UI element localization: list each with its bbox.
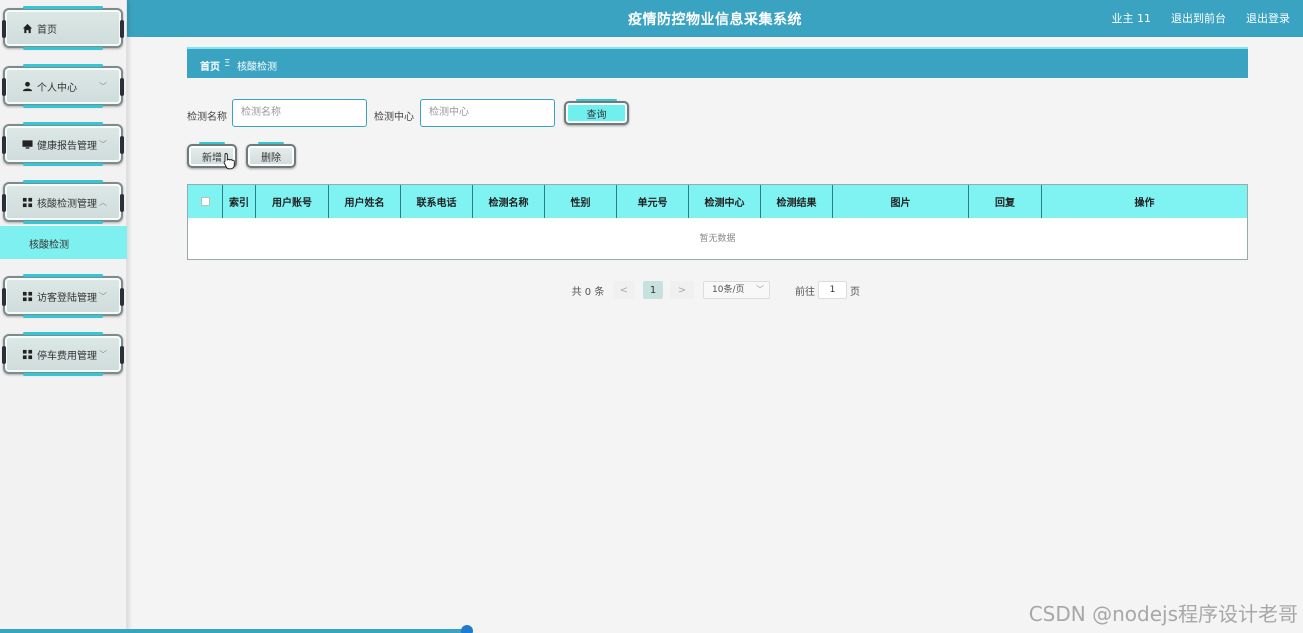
sidebar-item-parking[interactable]: 停车费用管理 ﹀	[2, 332, 124, 376]
sidebar: 首页 个人中心 ﹀ 健康报告管理 ﹀ 核酸检测管理 ︿ 核酸检测 访客登陆管理 …	[0, 0, 127, 633]
chevron-down-icon: ﹀	[99, 140, 107, 149]
sidebar-item-label: 核酸检测管理	[37, 198, 97, 210]
sidebar-item-label: 首页	[37, 24, 57, 36]
page-suffix: 页	[850, 286, 860, 298]
page-size-select[interactable]: 10条/页 ﹀	[703, 281, 770, 299]
sidebar-item-visitor[interactable]: 访客登陆管理 ﹀	[2, 274, 124, 318]
breadcrumb-current: 核酸检测	[237, 62, 277, 73]
page-number-current[interactable]: 1	[643, 281, 663, 299]
breadcrumb: 首页 Ξ 核酸检测	[187, 47, 1248, 78]
sidebar-subitem-nucleic-test[interactable]: 核酸检测	[0, 226, 127, 259]
column-header: 操作	[1134, 198, 1155, 209]
column-header: 性别	[545, 185, 617, 218]
chevron-down-icon: ﹀	[99, 82, 107, 91]
center-search-input[interactable]: 检测中心	[420, 99, 555, 127]
grid-icon	[21, 348, 33, 360]
page-size-value: 10条/页	[712, 285, 745, 295]
sidebar-item-label: 访客登陆管理	[37, 292, 97, 304]
chevron-down-icon: ﹀	[756, 285, 764, 294]
center-search-label: 检测中心	[374, 112, 414, 123]
monitor-icon	[21, 138, 33, 150]
column-header: 图片	[833, 185, 969, 218]
data-table: 索引 用户账号 用户姓名 联系电话 检测名称 性别 单元号 检测中心 检测结果 …	[187, 184, 1248, 260]
delete-button[interactable]: 删除	[246, 142, 296, 168]
sidebar-item-label: 个人中心	[37, 82, 77, 94]
chevron-down-icon: ﹀	[99, 350, 107, 359]
breadcrumb-separator: Ξ	[224, 58, 231, 69]
column-header: 检测中心	[689, 185, 761, 218]
back-to-frontend-link[interactable]: 退出到前台	[1171, 10, 1226, 26]
logout-link[interactable]: 退出登录	[1246, 10, 1290, 26]
goto-page-input[interactable]: 1	[818, 281, 847, 299]
progress-bar	[0, 629, 468, 633]
home-icon	[21, 22, 33, 34]
name-search-input[interactable]: 检测名称	[232, 99, 367, 127]
watermark: CSDN @nodejs程序设计老哥	[1028, 602, 1298, 626]
column-header: 单元号	[617, 185, 689, 218]
pagination-total: 共 0 条	[571, 286, 605, 298]
sidebar-item-health-report[interactable]: 健康报告管理 ﹀	[2, 122, 124, 166]
breadcrumb-home[interactable]: 首页	[200, 58, 220, 73]
column-header: 联系电话	[401, 185, 473, 218]
column-header: 检测名称	[473, 185, 545, 218]
prev-page-button[interactable]: <	[613, 281, 635, 299]
current-user: 业主 11	[1111, 12, 1152, 25]
chevron-up-icon: ︿	[99, 198, 107, 207]
chevron-down-icon: ﹀	[99, 292, 107, 301]
column-header: 用户账号	[256, 185, 329, 218]
sidebar-item-label: 停车费用管理	[37, 350, 97, 362]
column-header: 检测结果	[761, 185, 833, 218]
column-header: 回复	[969, 185, 1042, 218]
sidebar-subitem-label: 核酸检测	[29, 240, 69, 251]
sidebar-item-label: 健康报告管理	[37, 140, 97, 152]
grid-icon	[21, 196, 33, 208]
select-all-cell	[188, 185, 223, 218]
grid-icon	[21, 290, 33, 302]
column-header: 索引	[223, 185, 256, 218]
next-page-button[interactable]: >	[670, 281, 694, 299]
top-bar: 疫情防控物业信息采集系统 业主 11 退出到前台 退出登录	[127, 0, 1303, 37]
goto-label: 前往	[795, 286, 815, 298]
select-all-checkbox[interactable]	[200, 197, 210, 206]
sidebar-item-nucleic-test[interactable]: 核酸检测管理 ︿	[2, 180, 124, 224]
name-search-label: 检测名称	[187, 112, 227, 123]
sidebar-item-personal-center[interactable]: 个人中心 ﹀	[2, 64, 124, 108]
sidebar-item-home[interactable]: 首页	[2, 6, 124, 50]
query-button[interactable]: 查询	[564, 99, 629, 125]
user-icon	[21, 80, 33, 92]
table-empty-text: 暂无数据	[699, 234, 736, 244]
table-header: 索引 用户账号 用户姓名 联系电话 检测名称 性别 单元号 检测中心 检测结果 …	[188, 185, 1247, 218]
progress-handle[interactable]	[461, 625, 473, 633]
hand-cursor-icon	[223, 153, 235, 170]
column-header: 用户姓名	[329, 185, 401, 218]
